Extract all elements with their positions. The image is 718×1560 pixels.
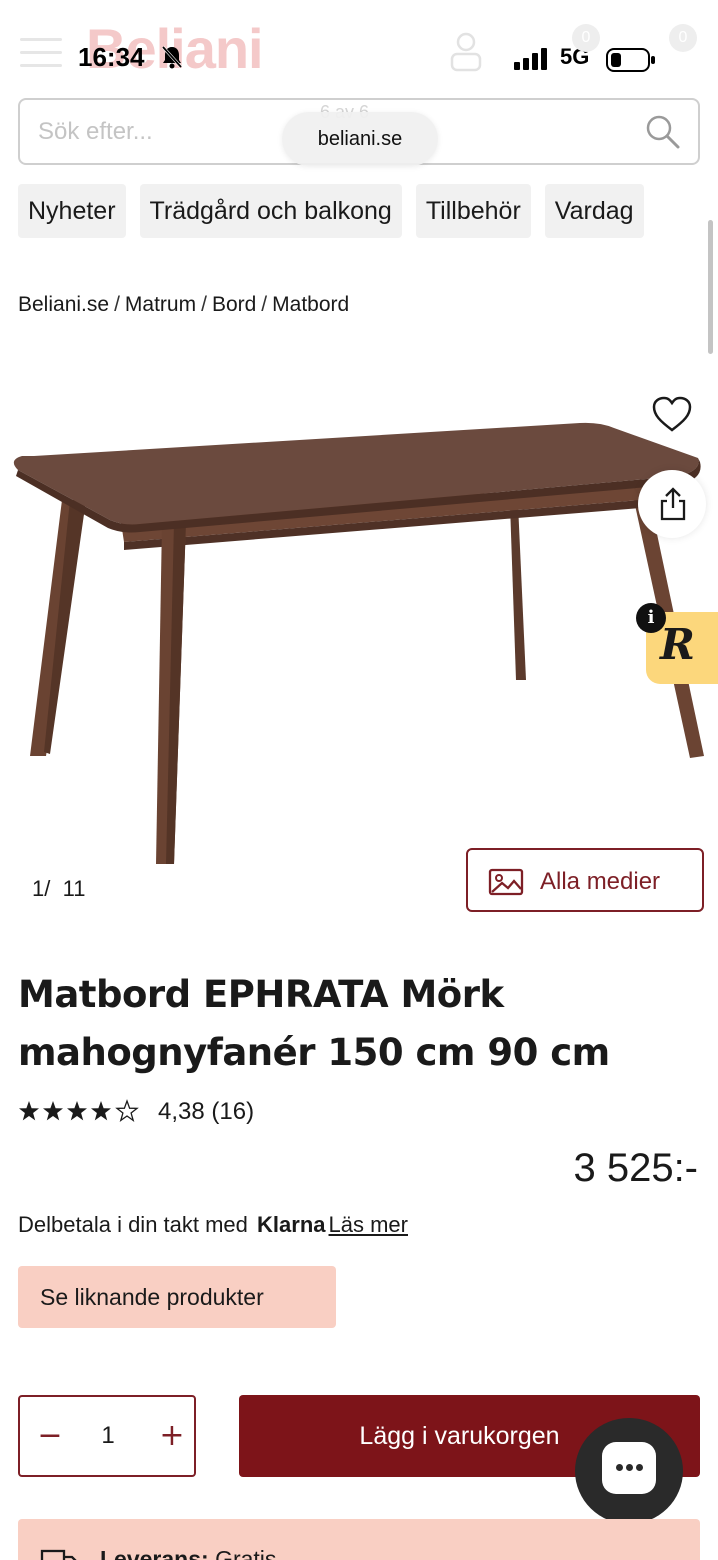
breadcrumb-item[interactable]: Beliani.se	[18, 293, 109, 316]
category-chip[interactable]: Nyheter	[18, 184, 126, 238]
quantity-stepper: − 1 +	[18, 1395, 196, 1477]
rating-stars	[19, 1100, 138, 1122]
product-image[interactable]	[0, 396, 718, 876]
breadcrumb: Beliani.se / Matrum / Bord / Matbord	[18, 293, 349, 317]
heart-icon[interactable]	[652, 396, 692, 434]
product-title: Matbord EPHRATA Mörk mahognyfanér 150 cm…	[18, 973, 610, 1074]
breadcrumb-item[interactable]: Matrum	[125, 293, 196, 316]
category-chip[interactable]: Tillbehör	[415, 184, 531, 238]
rating-summary: 4,38 (16)	[158, 1098, 255, 1125]
delivery-text: Leverans: Gratis	[100, 1546, 277, 1560]
klarna-payment-info: Delbetala i din takt med Klarna Läs mer	[18, 1212, 408, 1238]
share-icon	[660, 487, 686, 521]
quantity-increase-button[interactable]: +	[150, 1397, 194, 1475]
info-icon[interactable]: i	[636, 603, 666, 633]
image-counter: 1/ 11	[32, 876, 86, 901]
similar-products-button[interactable]: Se liknande produkter	[18, 1266, 336, 1328]
signal-icon	[514, 48, 547, 70]
search-icon[interactable]	[644, 113, 682, 151]
breadcrumb-separator: /	[261, 293, 268, 316]
klarna-text: Delbetala i din takt med	[18, 1212, 248, 1237]
quantity-decrease-button[interactable]: −	[28, 1397, 72, 1475]
klarna-logo: Klarna	[257, 1212, 326, 1237]
user-icon[interactable]	[448, 30, 484, 72]
breadcrumb-separator: /	[201, 293, 207, 316]
chat-button[interactable]	[575, 1418, 683, 1524]
quantity-value[interactable]: 1	[84, 1397, 132, 1475]
image-gallery-icon	[488, 868, 524, 896]
category-chip[interactable]: Trädgård och balkong	[139, 184, 402, 238]
header: Beliani 16:34 5G 0 0	[0, 0, 718, 90]
category-nav: Nyheter Trädgård och balkong Tillbehör Vard…	[18, 184, 700, 238]
bell-muted-icon	[161, 45, 183, 69]
breadcrumb-separator: /	[114, 293, 120, 316]
all-media-button[interactable]: Alla medier	[466, 848, 704, 912]
product-price: 3 525:-	[573, 1146, 698, 1190]
browser-url-pill[interactable]: beliani.se	[282, 112, 438, 166]
breadcrumb-item[interactable]: Matbord	[272, 293, 349, 316]
all-media-label: Alla medier	[540, 868, 661, 895]
truck-icon	[40, 1549, 77, 1560]
category-chip[interactable]: Vardag	[544, 184, 644, 238]
menu-icon[interactable]	[20, 38, 62, 68]
chat-icon	[602, 1442, 656, 1494]
delivery-info: Leverans: Gratis	[18, 1519, 700, 1560]
klarna-read-more-link[interactable]: Läs mer	[329, 1212, 408, 1237]
status-time: 16:34	[78, 42, 145, 72]
battery-icon	[606, 48, 655, 72]
review-widget-logo: R	[660, 620, 695, 669]
wishlist-count-badge[interactable]: 0	[572, 24, 600, 52]
breadcrumb-item[interactable]: Bord	[212, 293, 256, 316]
page-scrollbar[interactable]	[708, 220, 713, 354]
cart-count-badge[interactable]: 0	[669, 24, 697, 52]
share-button[interactable]	[638, 470, 706, 538]
